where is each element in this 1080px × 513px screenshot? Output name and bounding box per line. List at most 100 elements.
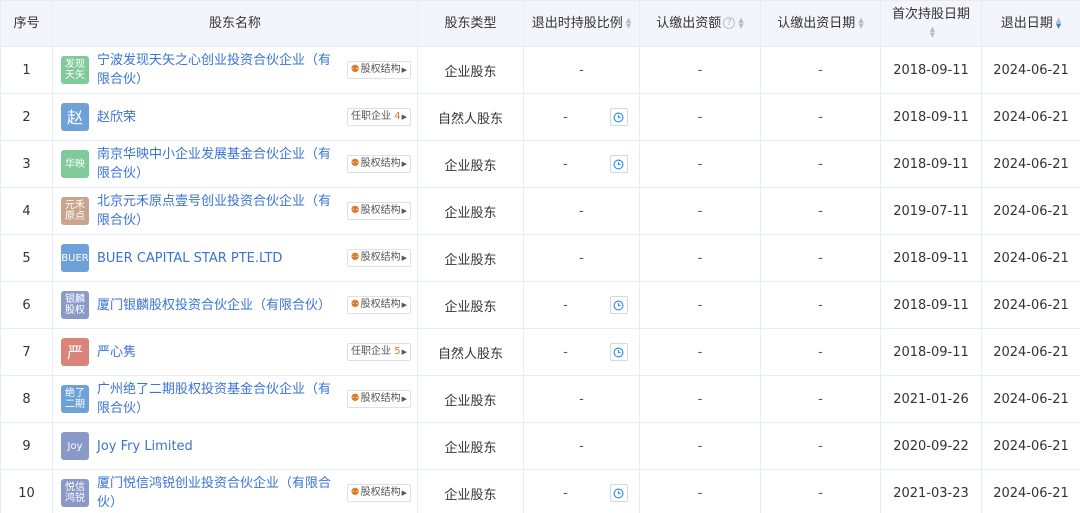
table-row: 10 悦信鸿锐 厦门悦信鸿锐创业投资合伙企业（有限合伙） ⚉股权结构▶ 企业股东 - - -2… xyxy=(0,469,1080,513)
subscribed-date: - xyxy=(760,375,881,423)
shareholder-name-link[interactable]: 厦门悦信鸿锐创业投资合伙企业（有限合伙） xyxy=(97,474,343,512)
shareholder-cell: 发现天矢 宁波发现天矢之心创业投资合伙企业（有限合伙） ⚉股权结构▶ xyxy=(52,46,418,94)
avatar: 悦信鸿锐 xyxy=(61,479,89,507)
history-clock-icon[interactable] xyxy=(609,108,628,126)
header-name: 股东名称 xyxy=(52,0,418,47)
exit-ratio: - xyxy=(523,140,640,188)
row-index: 6 xyxy=(0,281,53,329)
exit-date: 2024-06-21 xyxy=(981,187,1080,235)
row-index: 5 xyxy=(0,234,53,282)
avatar: 绝了二期 xyxy=(61,385,89,413)
shareholder-name-link[interactable]: 宁波发现天矢之心创业投资合伙企业（有限合伙） xyxy=(97,51,343,89)
first-hold-date: 2021-01-26 xyxy=(880,375,982,423)
exit-ratio: - xyxy=(523,46,640,94)
header-exit-date[interactable]: 退出日期 ▲ ▼ xyxy=(981,0,1080,47)
shareholder-type: 企业股东 xyxy=(417,281,524,329)
table-row: 3 华映 南京华映中小企业发展基金合伙企业（有限合伙） ⚉股权结构▶ 企业股东 - - -20… xyxy=(0,140,1080,188)
table-row: 7 严严心隽 任职企业 5▶ 自然人股东 - - -2018-09-11 2024-06-21 xyxy=(0,328,1080,376)
shareholder-name-link[interactable]: 南京华映中小企业发展基金合伙企业（有限合伙） xyxy=(97,145,343,183)
exit-ratio: - xyxy=(523,93,640,141)
equity-structure-tag[interactable]: ⚉股权结构▶ xyxy=(346,484,411,502)
avatar: 赵 xyxy=(61,103,89,131)
exit-date: 2024-06-21 xyxy=(981,93,1080,141)
sort-icon[interactable]: ▲ ▼ xyxy=(858,17,863,30)
exit-ratio: - xyxy=(523,422,640,470)
exit-ratio: - xyxy=(523,187,640,235)
shareholder-name-link[interactable]: 广州绝了二期股权投资基金合伙企业（有限合伙） xyxy=(97,380,343,418)
shareholder-name-link[interactable]: 赵欣荣 xyxy=(97,108,343,127)
exit-ratio: - xyxy=(523,375,640,423)
equity-structure-tag[interactable]: ⚉股权结构▶ xyxy=(346,390,411,408)
equity-structure-icon: ⚉ xyxy=(350,252,360,263)
equity-structure-icon: ⚉ xyxy=(350,487,360,498)
history-clock-icon[interactable] xyxy=(609,343,628,361)
shareholder-cell: 赵赵欣荣 任职企业 4▶ xyxy=(52,93,418,141)
row-index: 8 xyxy=(0,375,53,423)
avatar: 严 xyxy=(61,338,89,366)
subscribed-date: - xyxy=(760,234,881,282)
positions-tag[interactable]: 任职企业 4▶ xyxy=(347,108,411,126)
shareholder-type: 企业股东 xyxy=(417,187,524,235)
subscribed-date: - xyxy=(760,93,881,141)
sort-icon[interactable]: ▲ ▼ xyxy=(738,17,743,30)
table-row: 9 Joy Joy Fry Limited 企业股东 - - -2020-09-22 2024… xyxy=(0,422,1080,470)
subscribed-amount: - xyxy=(639,187,761,235)
sort-icon[interactable]: ▲ ▼ xyxy=(930,26,935,39)
row-index: 7 xyxy=(0,328,53,376)
subscribed-date: - xyxy=(760,46,881,94)
avatar: 银麟股权 xyxy=(61,291,89,319)
equity-structure-tag[interactable]: ⚉股权结构▶ xyxy=(346,61,411,79)
row-index: 4 xyxy=(0,187,53,235)
shareholder-cell: 华映 南京华映中小企业发展基金合伙企业（有限合伙） ⚉股权结构▶ xyxy=(52,140,418,188)
row-index: 1 xyxy=(0,46,53,94)
first-hold-date: 2018-09-11 xyxy=(880,140,982,188)
positions-tag[interactable]: 任职企业 5▶ xyxy=(347,343,411,361)
table-row: 2 赵赵欣荣 任职企业 4▶ 自然人股东 - - -2018-09-11 2024-06-21 xyxy=(0,93,1080,141)
table-header-row: 序号 股东名称 股东类型 退出时持股比例 ▲ ▼ 认缴出资额? ▲ ▼ 认缴出资日期 ▲ ▼… xyxy=(0,0,1080,47)
shareholder-cell: 绝了二期 广州绝了二期股权投资基金合伙企业（有限合伙） ⚉股权结构▶ xyxy=(52,375,418,423)
shareholder-type: 企业股东 xyxy=(417,140,524,188)
sort-icon[interactable]: ▲ ▼ xyxy=(1056,17,1061,30)
first-hold-date: 2018-09-11 xyxy=(880,328,982,376)
equity-structure-icon: ⚉ xyxy=(350,64,360,75)
subscribed-date: - xyxy=(760,469,881,513)
exit-ratio: - xyxy=(523,234,640,282)
history-clock-icon[interactable] xyxy=(609,296,628,314)
subscribed-date: - xyxy=(760,140,881,188)
subscribed-amount: - xyxy=(639,469,761,513)
avatar: 发现天矢 xyxy=(61,56,89,84)
shareholder-cell: 银麟股权 厦门银麟股权投资合伙企业（有限合伙） ⚉股权结构▶ xyxy=(52,281,418,329)
exit-date: 2024-06-21 xyxy=(981,234,1080,282)
shareholder-cell: Joy Joy Fry Limited xyxy=(52,422,418,470)
help-circle-icon[interactable]: ? xyxy=(723,17,736,29)
exit-date: 2024-06-21 xyxy=(981,469,1080,513)
header-first-date[interactable]: 首次持股日期 ▲ ▼ xyxy=(880,0,982,47)
history-clock-icon[interactable] xyxy=(609,484,628,502)
header-subscribed[interactable]: 认缴出资额? ▲ ▼ xyxy=(639,0,761,47)
exit-date: 2024-06-21 xyxy=(981,422,1080,470)
shareholder-cell: 悦信鸿锐 厦门悦信鸿锐创业投资合伙企业（有限合伙） ⚉股权结构▶ xyxy=(52,469,418,513)
first-hold-date: 2018-09-11 xyxy=(880,234,982,282)
shareholder-name-link[interactable]: Joy Fry Limited xyxy=(97,437,411,456)
history-clock-icon[interactable] xyxy=(609,155,628,173)
header-subscribed-date[interactable]: 认缴出资日期 ▲ ▼ xyxy=(760,0,881,47)
equity-structure-tag[interactable]: ⚉股权结构▶ xyxy=(346,202,411,220)
shareholder-name-link[interactable]: 严心隽 xyxy=(97,343,343,362)
shareholder-type: 企业股东 xyxy=(417,422,524,470)
subscribed-date: - xyxy=(760,187,881,235)
first-hold-date: 2018-09-11 xyxy=(880,281,982,329)
first-hold-date: 2021-03-23 xyxy=(880,469,982,513)
equity-structure-tag[interactable]: ⚉股权结构▶ xyxy=(346,249,411,267)
shareholder-name-link[interactable]: BUER CAPITAL STAR PTE.LTD xyxy=(97,249,343,268)
header-exit-ratio[interactable]: 退出时持股比例 ▲ ▼ xyxy=(523,0,640,47)
equity-structure-tag[interactable]: ⚉股权结构▶ xyxy=(346,296,411,314)
row-index: 2 xyxy=(0,93,53,141)
shareholder-name-link[interactable]: 北京元禾原点壹号创业投资合伙企业（有限合伙） xyxy=(97,192,343,230)
row-index: 9 xyxy=(0,422,53,470)
shareholder-name-link[interactable]: 厦门银麟股权投资合伙企业（有限合伙） xyxy=(97,296,343,315)
first-hold-date: 2019-07-11 xyxy=(880,187,982,235)
first-hold-date: 2018-09-11 xyxy=(880,93,982,141)
subscribed-date: - xyxy=(760,281,881,329)
equity-structure-tag[interactable]: ⚉股权结构▶ xyxy=(346,155,411,173)
sort-icon[interactable]: ▲ ▼ xyxy=(626,17,631,30)
